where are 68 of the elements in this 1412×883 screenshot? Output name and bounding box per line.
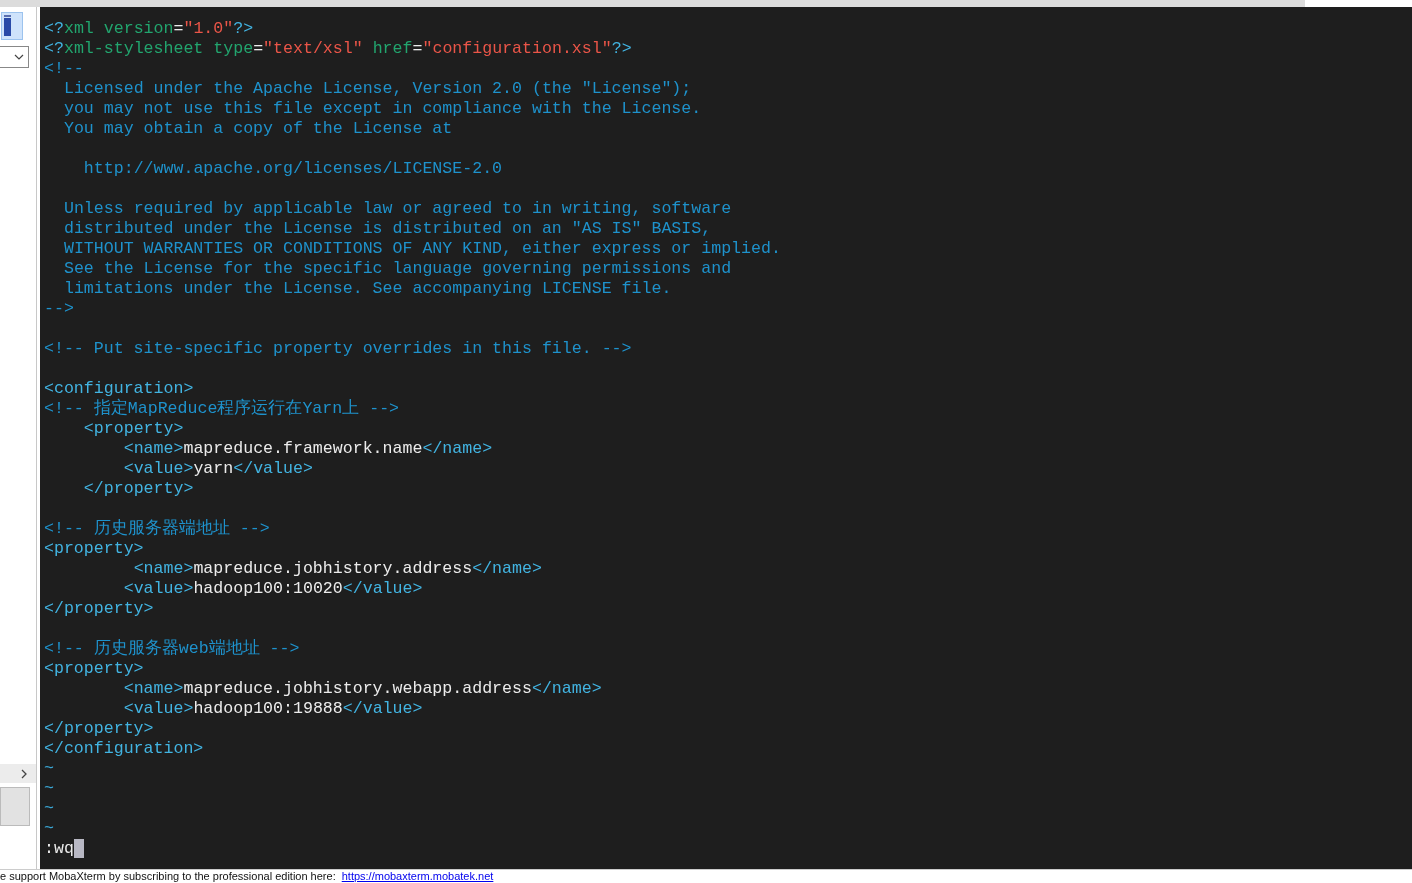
string-value: "1.0"	[183, 19, 234, 38]
element-text: mapreduce.framework.name	[183, 439, 423, 458]
xml-tag: </value>	[342, 699, 423, 718]
empty-line-marker: ~	[44, 779, 54, 798]
xml-tag: <value>	[123, 459, 194, 478]
code-comment: <!--	[44, 59, 84, 78]
element-text: hadoop100:10020	[193, 579, 343, 598]
xml-tag: <?	[44, 19, 64, 38]
xml-tag: <name>	[133, 559, 194, 578]
code-comment: Licensed under the Apache License, Version 2.0 (the "License");	[63, 79, 692, 98]
xml-tag: <configuration>	[44, 379, 194, 398]
xml-tag: <property>	[83, 419, 184, 438]
xml-tag: </name>	[472, 559, 542, 578]
code-comment: <!-- 历史服务器web端地址 -->	[44, 639, 300, 658]
xml-tag: </property>	[44, 599, 154, 618]
string-value: "text/xsl"	[263, 39, 363, 58]
status-message: e support MobaXterm by subscribing to the professional edition here:	[0, 870, 336, 882]
code-comment: See the License for the specific language governing permissions and	[63, 259, 732, 278]
element-text: =	[253, 39, 264, 58]
xml-tag: <value>	[123, 579, 194, 598]
panel-button[interactable]	[0, 787, 30, 826]
empty-line-marker: ~	[44, 799, 54, 818]
xml-tag: <property>	[44, 659, 144, 678]
element-text: mapreduce.jobhistory.address	[193, 559, 473, 578]
subscription-link[interactable]: https://mobaxterm.mobatek.net	[341, 870, 494, 882]
xml-tag: ?>	[611, 39, 632, 58]
code-comment: <!-- Put site-specific property overrides in this file. -->	[44, 339, 632, 358]
empty-line-marker: ~	[44, 759, 54, 778]
command-line[interactable]: :wq	[44, 839, 74, 858]
xml-tag: <property>	[44, 539, 144, 558]
element-text: yarn	[193, 459, 234, 478]
xml-tag: <name>	[123, 439, 184, 458]
code-comment: you may not use this file except in compliance with the License.	[63, 99, 702, 118]
element-text: =	[173, 19, 184, 38]
xml-tag: <value>	[123, 699, 194, 718]
xml-tag: </configuration>	[44, 739, 204, 758]
xml-tag: </value>	[342, 579, 423, 598]
chevron-down-icon	[14, 54, 24, 60]
element-text: hadoop100:19888	[193, 699, 343, 718]
empty-line-marker: ~	[44, 819, 54, 838]
code-comment: Unless required by applicable law or agreed to in writing, software	[63, 199, 732, 218]
dropdown[interactable]	[0, 46, 29, 68]
xml-attribute: xml version	[63, 19, 174, 38]
xml-tag: </value>	[233, 459, 313, 478]
chevron-right-icon	[21, 768, 27, 779]
xml-tag: </property>	[44, 719, 154, 738]
code-comment: You may obtain a copy of the License at	[63, 119, 453, 138]
xml-attribute: href	[372, 39, 413, 58]
xml-tag: </property>	[83, 479, 194, 498]
xml-tag: </name>	[422, 439, 493, 458]
code-comment: <!-- 历史服务器端地址 -->	[44, 519, 270, 538]
code-comment: -->	[44, 299, 74, 318]
code-comment: limitations under the License. See accompanying LICENSE file.	[63, 279, 672, 298]
code-comment: WITHOUT WARRANTIES OR CONDITIONS OF ANY KIND, either express or implied.	[63, 239, 781, 258]
code-comment: distributed under the License is distributed on an "AS IS" BASIS,	[63, 219, 712, 238]
xml-tag: <?	[44, 39, 64, 58]
element-text: mapreduce.jobhistory.webapp.address	[183, 679, 532, 698]
xml-attribute: xml-stylesheet type	[63, 39, 254, 58]
window-icon[interactable]	[1, 12, 23, 40]
code-comment: <!-- 指定MapReduce程序运行在Yarn上 -->	[44, 399, 400, 418]
expand-button[interactable]	[0, 764, 36, 783]
xml-tag: <name>	[123, 679, 184, 698]
string-value: "configuration.xsl"	[422, 39, 612, 58]
element-text: =	[412, 39, 423, 58]
code-comment: http://www.apache.org/licenses/LICENSE-2.0	[83, 159, 503, 178]
xml-tag: ?>	[233, 19, 254, 38]
text-cursor	[73, 839, 84, 859]
xml-tag: </name>	[531, 679, 602, 698]
